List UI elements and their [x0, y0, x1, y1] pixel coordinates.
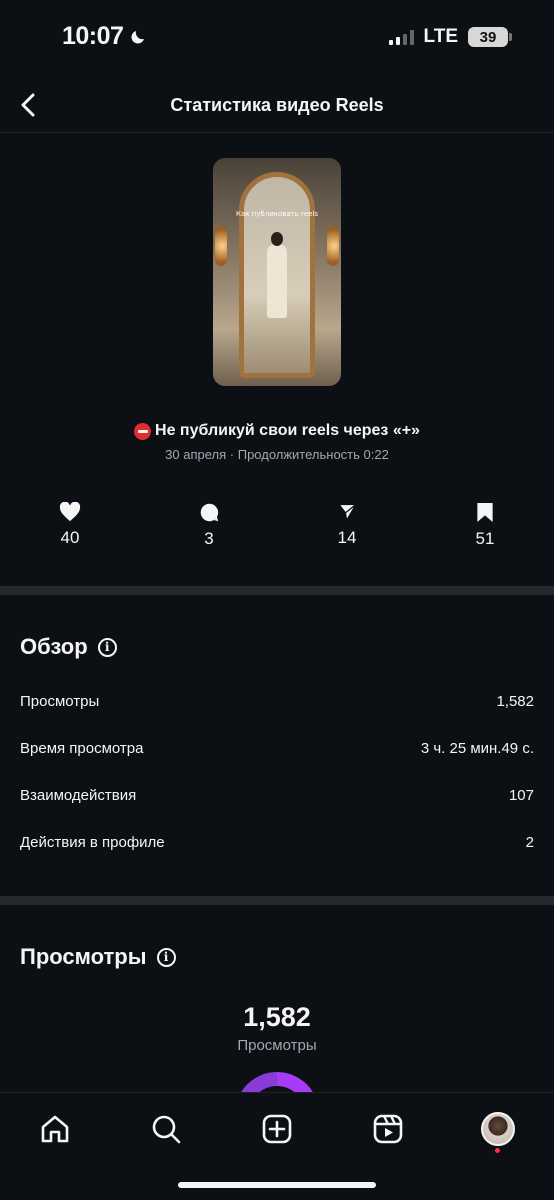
likes-count: 40 — [60, 528, 80, 547]
nav-create[interactable] — [257, 1109, 297, 1149]
moon-icon — [131, 30, 145, 44]
views-title-text: Просмотры — [20, 944, 147, 969]
thumbnail-lamp-right — [327, 226, 339, 266]
battery-level: 39 — [479, 28, 497, 46]
nav-home[interactable] — [35, 1109, 75, 1149]
reels-icon — [373, 1114, 403, 1144]
overview-row-value: 3 ч. 25 мин.49 с. — [420, 740, 534, 757]
bookmark-icon — [477, 502, 493, 523]
no-entry-icon — [134, 422, 152, 440]
overview-title-text: Обзор — [20, 634, 88, 659]
thumbnail-lamp-left — [215, 226, 227, 266]
nav-reels[interactable] — [368, 1109, 408, 1149]
time-label: 10:07 — [62, 22, 124, 50]
views-title: Просмотры i — [20, 944, 176, 970]
overview-row-value: 107 — [508, 787, 534, 804]
views-label: Просмотры — [237, 1037, 317, 1054]
saves-stat: 51 — [445, 502, 525, 549]
nav-profile[interactable] — [478, 1109, 518, 1153]
reel-title: Не публикуй свои reels через «+» — [0, 422, 554, 440]
search-icon — [152, 1115, 181, 1144]
overview-row-value: 2 — [525, 834, 534, 851]
battery-icon: 39 — [468, 27, 512, 47]
avatar — [481, 1112, 515, 1146]
comments-count: 3 — [204, 529, 214, 548]
thumbnail-caption: Как публиковать reels — [235, 210, 319, 218]
thumbnail-figure — [267, 232, 287, 318]
info-icon[interactable]: i — [156, 947, 176, 967]
overview-row-label: Действия в профиле — [20, 834, 165, 851]
header-divider — [0, 132, 554, 133]
home-indicator — [178, 1182, 376, 1188]
page-title: Статистика видео Reels — [170, 95, 384, 115]
home-icon — [41, 1115, 69, 1143]
comment-bubble-icon — [200, 503, 218, 522]
heart-icon — [59, 502, 81, 522]
overview-row-label: Просмотры — [20, 693, 100, 710]
overview-row: Действия в профиле 2 — [20, 834, 534, 851]
reel-thumbnail[interactable]: Как публиковать reels — [213, 158, 341, 386]
likes-stat: 40 — [30, 502, 110, 548]
shares-count: 14 — [337, 528, 357, 547]
comments-stat: 3 — [169, 502, 249, 549]
status-bar-time: 10:07 — [62, 22, 147, 51]
network-label: LTE — [423, 26, 458, 47]
views-total: 1,582 — [243, 1002, 311, 1032]
overview-title: Обзор i — [20, 634, 117, 660]
signal-icon — [388, 29, 414, 45]
info-icon[interactable]: i — [97, 637, 117, 657]
section-separator — [0, 896, 554, 905]
overview-row: Просмотры 1,582 — [20, 693, 534, 710]
notification-dot — [495, 1148, 500, 1153]
create-plus-icon — [262, 1114, 292, 1144]
overview-row-label: Время просмотра — [20, 740, 144, 757]
section-separator — [0, 586, 554, 595]
reel-title-text: Не публикуй свои reels через «+» — [155, 422, 420, 439]
status-bar-indicators: LTE 39 — [388, 26, 512, 48]
send-icon — [338, 503, 356, 521]
overview-row: Взаимодействия 107 — [20, 787, 534, 804]
overview-row-value: 1,582 — [496, 693, 534, 710]
saves-count: 51 — [475, 529, 495, 548]
overview-row-label: Взаимодействия — [20, 787, 137, 804]
reel-meta: 30 апреля · Продолжительность 0:22 — [165, 447, 389, 462]
overview-row: Время просмотра 3 ч. 25 мин.49 с. — [20, 740, 534, 757]
nav-search[interactable] — [146, 1109, 186, 1149]
shares-stat: 14 — [307, 502, 387, 548]
